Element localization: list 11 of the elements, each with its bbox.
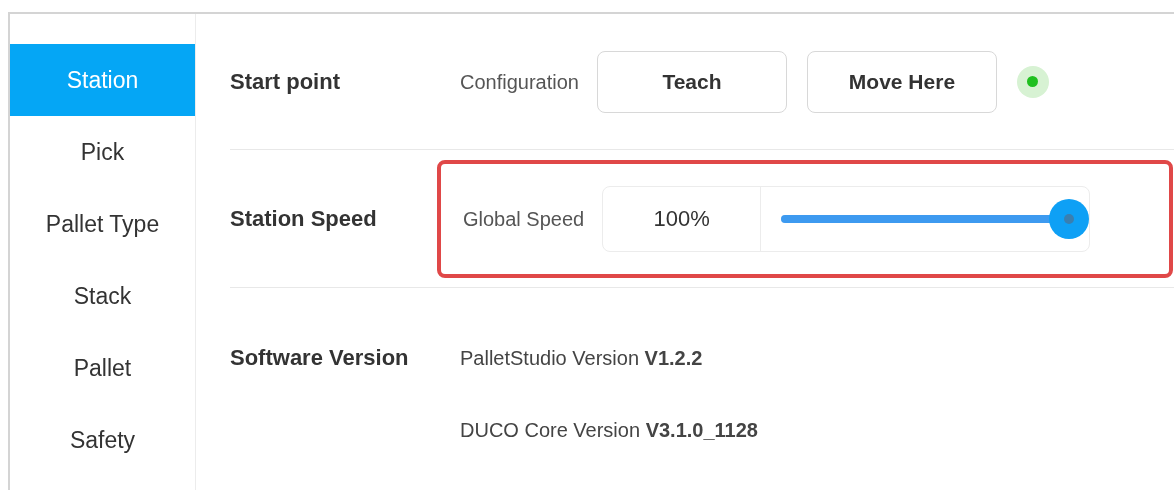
field-label: Global Speed bbox=[463, 206, 585, 232]
section-title: Station Speed bbox=[230, 205, 378, 233]
section-title: Software Version bbox=[230, 344, 410, 372]
version-text: PalletStudio Version V1.2.2 bbox=[460, 346, 704, 371]
action-button[interactable]: Teach bbox=[596, 50, 787, 113]
version-text: DUCO Core Version V3.1.0_1128 bbox=[460, 418, 758, 443]
action-button[interactable]: Move Here bbox=[806, 50, 997, 113]
section-title: Start point bbox=[230, 68, 341, 96]
speed-control[interactable]: 100% bbox=[602, 185, 1091, 252]
speed-value: 100% bbox=[603, 186, 762, 251]
field-label: Configuration bbox=[460, 69, 579, 95]
